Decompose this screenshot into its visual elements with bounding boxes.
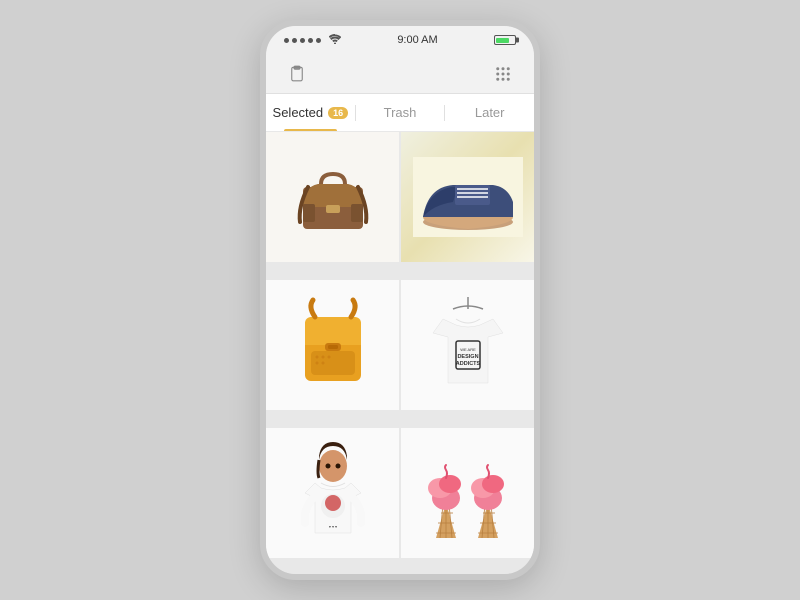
phone-frame: 9:00 AM	[260, 20, 540, 580]
product-image-4: WE ARE DESIGN ADDICTS	[401, 280, 534, 410]
product-image-1	[266, 132, 399, 262]
signal-dot-3	[300, 38, 305, 43]
clipboard-icon[interactable]	[286, 63, 308, 85]
status-right	[494, 35, 516, 45]
product-cell-2[interactable]	[401, 132, 534, 262]
product-image-5: ♥ ♥ ♥	[266, 428, 399, 558]
top-nav	[266, 54, 534, 94]
status-left	[284, 34, 341, 47]
product-image-2	[401, 132, 534, 262]
signal-dot-5	[316, 38, 321, 43]
signal-dot-1	[284, 38, 289, 43]
product-cell-4[interactable]: WE ARE DESIGN ADDICTS	[401, 280, 534, 410]
tab-later-label: Later	[475, 105, 505, 120]
battery-icon	[494, 35, 516, 45]
product-image-3	[266, 280, 399, 410]
tab-selected-label: Selected	[273, 105, 324, 120]
wifi-icon	[329, 34, 341, 47]
status-bar: 9:00 AM	[266, 26, 534, 54]
signal-dot-4	[308, 38, 313, 43]
product-cell-1[interactable]	[266, 132, 399, 262]
svg-text:DESIGN: DESIGN	[457, 354, 478, 360]
tab-selected-badge: 16	[328, 107, 348, 119]
tab-later[interactable]: Later	[445, 94, 534, 131]
battery-fill	[496, 38, 509, 43]
product-cell-5[interactable]: ♥ ♥ ♥	[266, 428, 399, 558]
product-cell-3[interactable]	[266, 280, 399, 410]
grid-icon[interactable]	[492, 63, 514, 85]
product-grid: WE ARE DESIGN ADDICTS	[266, 132, 534, 574]
product-cell-6[interactable]	[401, 428, 534, 558]
signal-dots	[284, 38, 321, 43]
status-time: 9:00 AM	[397, 34, 437, 46]
svg-text:WE ARE: WE ARE	[460, 347, 476, 352]
svg-text:♥ ♥ ♥: ♥ ♥ ♥	[328, 525, 336, 529]
tab-selected[interactable]: Selected 16	[266, 94, 355, 131]
tab-trash[interactable]: Trash	[356, 94, 445, 131]
svg-text:ADDICTS: ADDICTS	[455, 361, 480, 367]
product-image-6	[401, 428, 534, 558]
tab-bar: Selected 16 Trash Later	[266, 94, 534, 132]
tab-trash-label: Trash	[384, 105, 417, 120]
signal-dot-2	[292, 38, 297, 43]
